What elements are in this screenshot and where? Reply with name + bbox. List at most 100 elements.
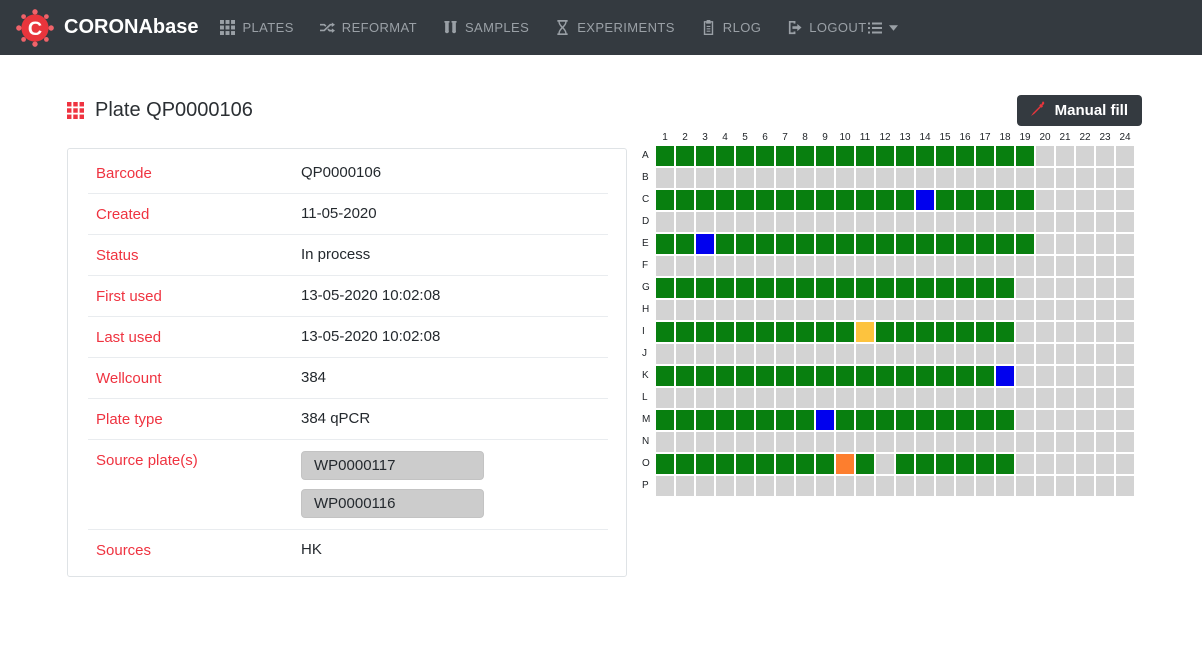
well-C24[interactable] bbox=[1116, 190, 1134, 210]
well-O8[interactable] bbox=[796, 454, 814, 474]
well-D7[interactable] bbox=[776, 212, 794, 232]
well-G20[interactable] bbox=[1036, 278, 1054, 298]
well-H11[interactable] bbox=[856, 300, 874, 320]
well-O7[interactable] bbox=[776, 454, 794, 474]
well-L8[interactable] bbox=[796, 388, 814, 408]
well-P14[interactable] bbox=[916, 476, 934, 496]
well-D9[interactable] bbox=[816, 212, 834, 232]
well-B5[interactable] bbox=[736, 168, 754, 188]
well-F8[interactable] bbox=[796, 256, 814, 276]
nav-item-samples[interactable]: SAMPLES bbox=[443, 20, 529, 35]
well-L17[interactable] bbox=[976, 388, 994, 408]
well-G19[interactable] bbox=[1016, 278, 1034, 298]
well-F18[interactable] bbox=[996, 256, 1014, 276]
well-E4[interactable] bbox=[716, 234, 734, 254]
well-H10[interactable] bbox=[836, 300, 854, 320]
well-D14[interactable] bbox=[916, 212, 934, 232]
well-A20[interactable] bbox=[1036, 146, 1054, 166]
well-M14[interactable] bbox=[916, 410, 934, 430]
well-M11[interactable] bbox=[856, 410, 874, 430]
well-B14[interactable] bbox=[916, 168, 934, 188]
well-I19[interactable] bbox=[1016, 322, 1034, 342]
well-F10[interactable] bbox=[836, 256, 854, 276]
well-H13[interactable] bbox=[896, 300, 914, 320]
well-J17[interactable] bbox=[976, 344, 994, 364]
well-A13[interactable] bbox=[896, 146, 914, 166]
well-G13[interactable] bbox=[896, 278, 914, 298]
well-L11[interactable] bbox=[856, 388, 874, 408]
well-D16[interactable] bbox=[956, 212, 974, 232]
well-C1[interactable] bbox=[656, 190, 674, 210]
well-J15[interactable] bbox=[936, 344, 954, 364]
well-K6[interactable] bbox=[756, 366, 774, 386]
well-C19[interactable] bbox=[1016, 190, 1034, 210]
well-C14[interactable] bbox=[916, 190, 934, 210]
well-K9[interactable] bbox=[816, 366, 834, 386]
well-K1[interactable] bbox=[656, 366, 674, 386]
well-L4[interactable] bbox=[716, 388, 734, 408]
well-N18[interactable] bbox=[996, 432, 1014, 452]
well-B23[interactable] bbox=[1096, 168, 1114, 188]
well-E5[interactable] bbox=[736, 234, 754, 254]
well-E17[interactable] bbox=[976, 234, 994, 254]
well-O15[interactable] bbox=[936, 454, 954, 474]
well-D3[interactable] bbox=[696, 212, 714, 232]
well-N1[interactable] bbox=[656, 432, 674, 452]
well-A5[interactable] bbox=[736, 146, 754, 166]
well-P22[interactable] bbox=[1076, 476, 1094, 496]
well-D19[interactable] bbox=[1016, 212, 1034, 232]
well-C12[interactable] bbox=[876, 190, 894, 210]
well-I4[interactable] bbox=[716, 322, 734, 342]
well-F3[interactable] bbox=[696, 256, 714, 276]
well-P5[interactable] bbox=[736, 476, 754, 496]
well-O10[interactable] bbox=[836, 454, 854, 474]
well-I3[interactable] bbox=[696, 322, 714, 342]
well-M12[interactable] bbox=[876, 410, 894, 430]
well-G1[interactable] bbox=[656, 278, 674, 298]
well-O14[interactable] bbox=[916, 454, 934, 474]
well-E12[interactable] bbox=[876, 234, 894, 254]
well-M4[interactable] bbox=[716, 410, 734, 430]
well-B21[interactable] bbox=[1056, 168, 1074, 188]
well-J11[interactable] bbox=[856, 344, 874, 364]
well-M9[interactable] bbox=[816, 410, 834, 430]
well-L1[interactable] bbox=[656, 388, 674, 408]
well-G22[interactable] bbox=[1076, 278, 1094, 298]
well-D13[interactable] bbox=[896, 212, 914, 232]
well-J4[interactable] bbox=[716, 344, 734, 364]
well-I7[interactable] bbox=[776, 322, 794, 342]
well-L21[interactable] bbox=[1056, 388, 1074, 408]
well-O5[interactable] bbox=[736, 454, 754, 474]
well-A7[interactable] bbox=[776, 146, 794, 166]
well-P9[interactable] bbox=[816, 476, 834, 496]
well-I21[interactable] bbox=[1056, 322, 1074, 342]
well-K7[interactable] bbox=[776, 366, 794, 386]
well-J5[interactable] bbox=[736, 344, 754, 364]
well-M23[interactable] bbox=[1096, 410, 1114, 430]
well-N2[interactable] bbox=[676, 432, 694, 452]
well-A24[interactable] bbox=[1116, 146, 1134, 166]
well-J24[interactable] bbox=[1116, 344, 1134, 364]
well-C6[interactable] bbox=[756, 190, 774, 210]
well-G8[interactable] bbox=[796, 278, 814, 298]
well-M6[interactable] bbox=[756, 410, 774, 430]
well-C11[interactable] bbox=[856, 190, 874, 210]
well-C16[interactable] bbox=[956, 190, 974, 210]
well-P11[interactable] bbox=[856, 476, 874, 496]
well-B17[interactable] bbox=[976, 168, 994, 188]
well-L12[interactable] bbox=[876, 388, 894, 408]
well-N19[interactable] bbox=[1016, 432, 1034, 452]
well-E24[interactable] bbox=[1116, 234, 1134, 254]
well-E6[interactable] bbox=[756, 234, 774, 254]
well-I1[interactable] bbox=[656, 322, 674, 342]
well-A6[interactable] bbox=[756, 146, 774, 166]
well-L23[interactable] bbox=[1096, 388, 1114, 408]
well-G2[interactable] bbox=[676, 278, 694, 298]
well-B11[interactable] bbox=[856, 168, 874, 188]
well-B7[interactable] bbox=[776, 168, 794, 188]
well-I22[interactable] bbox=[1076, 322, 1094, 342]
well-J13[interactable] bbox=[896, 344, 914, 364]
well-M19[interactable] bbox=[1016, 410, 1034, 430]
well-N20[interactable] bbox=[1036, 432, 1054, 452]
well-A23[interactable] bbox=[1096, 146, 1114, 166]
